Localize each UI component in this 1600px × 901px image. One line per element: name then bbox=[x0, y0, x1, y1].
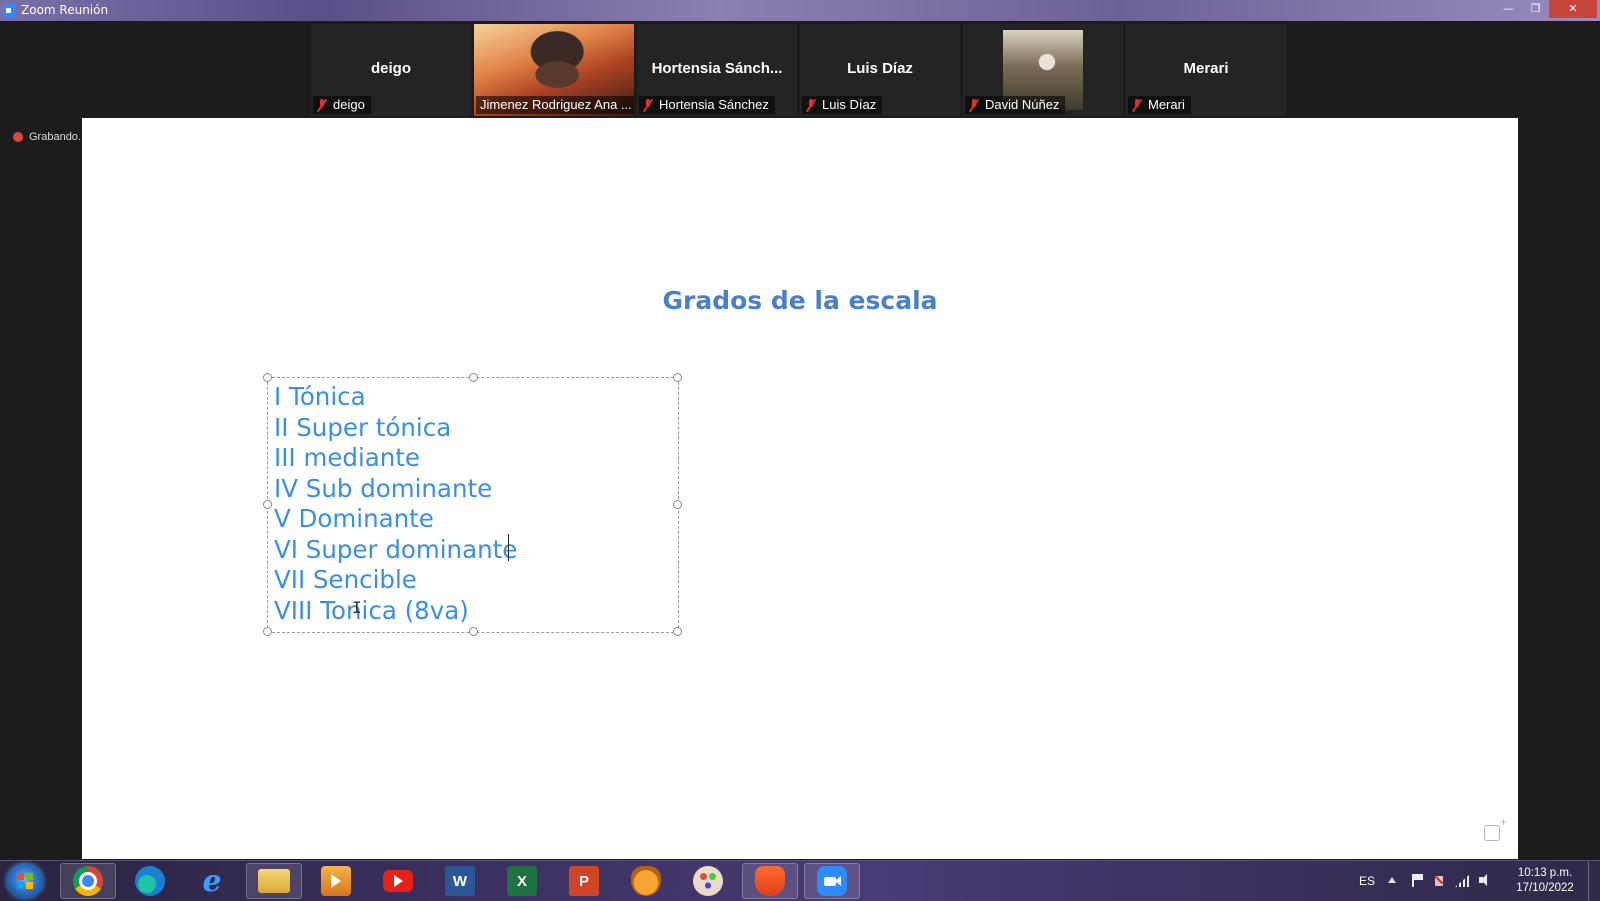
excel-icon: X bbox=[507, 866, 537, 896]
taskbar-internet-explorer[interactable]: e bbox=[184, 863, 240, 899]
taskbar-youtube[interactable] bbox=[370, 863, 426, 899]
clock-date: 17/10/2022 bbox=[1516, 882, 1574, 894]
start-button[interactable] bbox=[6, 863, 44, 899]
participant-display-name: Luis Díaz bbox=[847, 60, 913, 77]
scale-degrees-list: I Tónica II Super tónica III mediante IV… bbox=[274, 382, 517, 626]
taskbar-edge[interactable] bbox=[122, 863, 178, 899]
edge-icon bbox=[135, 866, 165, 896]
participant-label-text: Jimenez Rodriguez Ana ... bbox=[480, 97, 632, 112]
participant-label-text: Hortensia Sánchez bbox=[659, 97, 769, 112]
mic-muted-icon bbox=[317, 98, 327, 112]
internet-explorer-icon: e bbox=[202, 863, 222, 899]
powerpoint-icon: P bbox=[569, 866, 599, 896]
list-item: VII Sencible bbox=[274, 565, 417, 594]
share-annotate-icon[interactable] bbox=[1484, 815, 1507, 841]
resize-handle-left[interactable] bbox=[263, 500, 272, 509]
youtube-icon bbox=[383, 870, 413, 892]
participant-label-text: Merari bbox=[1148, 97, 1185, 112]
list-item: VI Super dominante bbox=[274, 534, 518, 564]
participant-tile-david[interactable]: David Núñez bbox=[963, 24, 1123, 116]
participant-strip: deigo deigo Jimenez Rodriguez Ana ... Ho… bbox=[311, 24, 1287, 116]
word-icon: W bbox=[445, 866, 475, 896]
action-center-flag-icon[interactable] bbox=[1410, 873, 1424, 887]
list-item: I Tónica bbox=[274, 382, 366, 411]
participant-tile-ana[interactable]: Jimenez Rodriguez Ana ... bbox=[474, 24, 634, 116]
mic-muted-icon bbox=[969, 98, 979, 112]
brave-icon bbox=[755, 866, 785, 896]
taskbar-excel[interactable]: X bbox=[494, 863, 550, 899]
participant-label-text: deigo bbox=[333, 97, 365, 112]
resize-handle-top-right[interactable] bbox=[673, 373, 682, 382]
participant-display-name: deigo bbox=[371, 60, 411, 77]
chrome-icon bbox=[73, 866, 103, 896]
file-explorer-icon bbox=[258, 869, 290, 893]
list-item: II Super tónica bbox=[274, 412, 452, 442]
taskbar-file-explorer[interactable] bbox=[246, 863, 302, 899]
mic-muted-icon bbox=[643, 98, 653, 112]
mic-muted-icon bbox=[806, 98, 816, 112]
participant-tile-merari[interactable]: Merari Merari bbox=[1126, 24, 1286, 116]
mic-muted-icon bbox=[1132, 98, 1142, 112]
network-signal-icon[interactable] bbox=[1455, 873, 1469, 887]
recording-label: Grabando... bbox=[29, 131, 83, 143]
participant-label: Hortensia Sánchez bbox=[639, 96, 775, 114]
ibeam-cursor-icon: I bbox=[352, 598, 362, 617]
participant-label-text: David Núñez bbox=[985, 97, 1060, 112]
participant-label: David Núñez bbox=[965, 96, 1066, 114]
resize-handle-right[interactable] bbox=[673, 500, 682, 509]
power-icon[interactable] bbox=[1432, 873, 1446, 887]
taskbar-word[interactable]: W bbox=[432, 863, 488, 899]
show-desktop-button[interactable] bbox=[1588, 861, 1600, 901]
participant-tile-hortensia[interactable]: Hortensia Sánch... Hortensia Sánchez bbox=[637, 24, 797, 116]
participant-tile-luis[interactable]: Luis Díaz Luis Díaz bbox=[800, 24, 960, 116]
taskbar-brave[interactable] bbox=[742, 863, 798, 899]
media-player-icon bbox=[321, 866, 351, 896]
list-item: V Dominante bbox=[274, 504, 434, 533]
system-clock[interactable]: 10:13 p.m. 17/10/2022 bbox=[1505, 866, 1585, 896]
slide-title: Grados de la escala bbox=[662, 286, 938, 315]
resize-handle-top-left[interactable] bbox=[263, 373, 272, 382]
recording-indicator[interactable]: Grabando... bbox=[13, 131, 83, 143]
windows-taskbar: e W X P ES 10:13 p.m. 17/10/2022 bbox=[0, 860, 1600, 901]
fl-studio-icon bbox=[631, 866, 661, 896]
resize-handle-top[interactable] bbox=[469, 373, 478, 382]
maximize-button[interactable]: ❐ bbox=[1522, 0, 1549, 18]
list-item: IV Sub dominante bbox=[274, 473, 493, 503]
participant-label: Luis Díaz bbox=[802, 96, 883, 114]
resize-handle-bottom-left[interactable] bbox=[263, 627, 272, 636]
taskbar-media-player[interactable] bbox=[308, 863, 364, 899]
taskbar-powerpoint[interactable]: P bbox=[556, 863, 612, 899]
window-title-bar[interactable]: Zoom Reunión — ❐ ✕ bbox=[0, 0, 1600, 21]
participant-label: Merari bbox=[1128, 96, 1191, 114]
list-item: III mediante bbox=[274, 443, 420, 472]
window-title: Zoom Reunión bbox=[21, 3, 109, 17]
close-button[interactable]: ✕ bbox=[1549, 0, 1597, 18]
taskbar-paint[interactable] bbox=[680, 863, 736, 899]
taskbar-zoom[interactable] bbox=[804, 863, 860, 899]
taskbar-fl-studio[interactable] bbox=[618, 863, 674, 899]
slide-text-box[interactable]: I Tónica II Super tónica III mediante IV… bbox=[263, 373, 682, 636]
volume-icon[interactable] bbox=[1478, 873, 1492, 887]
minimize-button[interactable]: — bbox=[1495, 0, 1522, 18]
participant-label-text: Luis Díaz bbox=[822, 97, 877, 112]
taskbar-chrome[interactable] bbox=[60, 863, 116, 899]
text-caret bbox=[508, 534, 509, 561]
participant-label: deigo bbox=[313, 96, 371, 114]
clock-time: 10:13 p.m. bbox=[1517, 867, 1573, 879]
participant-display-name: Merari bbox=[1183, 60, 1229, 77]
participant-tile-deigo[interactable]: deigo deigo bbox=[311, 24, 471, 116]
participant-label: Jimenez Rodriguez Ana ... bbox=[476, 96, 634, 114]
show-hidden-icons-icon[interactable] bbox=[1388, 877, 1396, 883]
language-indicator[interactable]: ES bbox=[1359, 861, 1375, 901]
recording-icon bbox=[13, 132, 23, 142]
zoom-app-icon bbox=[3, 4, 16, 17]
participant-display-name: Hortensia Sánch... bbox=[651, 60, 783, 77]
resize-handle-bottom-right[interactable] bbox=[673, 627, 682, 636]
list-item: VIII Tonica (8va) bbox=[274, 595, 469, 625]
paint-icon bbox=[693, 866, 723, 896]
resize-handle-bottom[interactable] bbox=[469, 627, 478, 636]
shared-screen-slide[interactable]: Grados de la escala I Tónica II Super tó… bbox=[82, 118, 1518, 859]
zoom-icon bbox=[817, 866, 847, 896]
